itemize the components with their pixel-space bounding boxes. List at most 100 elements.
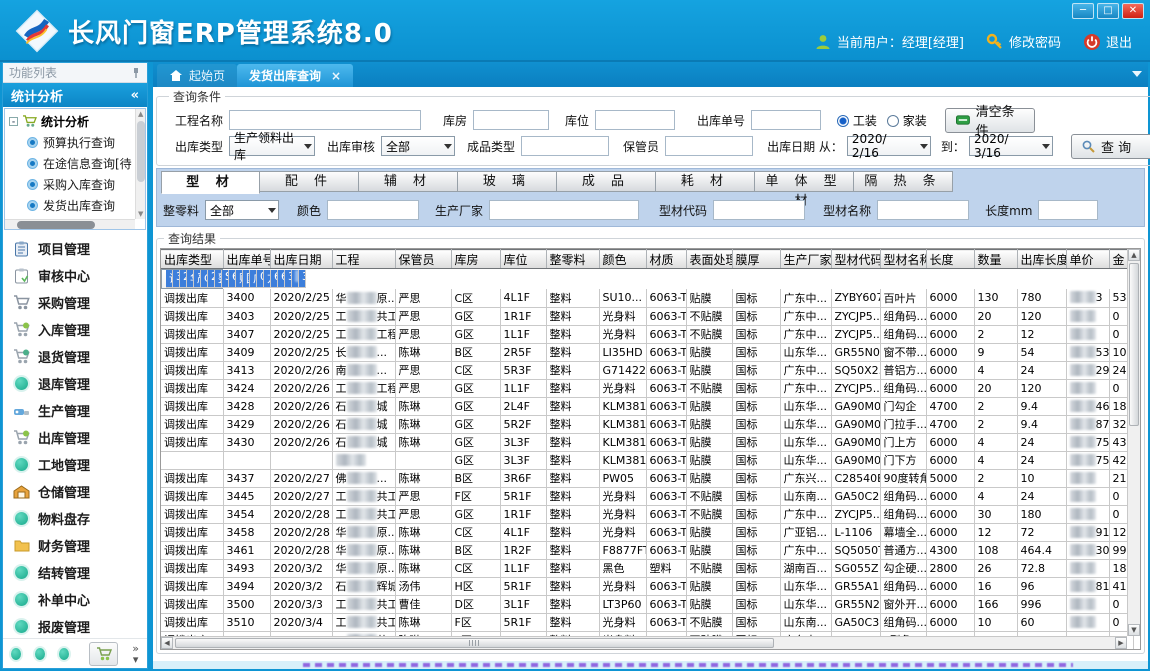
module-dot-icon[interactable] — [35, 648, 45, 660]
material-tab-0[interactable]: 型 材 — [161, 171, 260, 194]
table-row[interactable]: 调拨出库34282020/2/26石城陈琳G区2L4F整料KLM38176063… — [161, 397, 1133, 415]
column-header-9[interactable]: 材质 — [646, 250, 686, 269]
tree-vertical-scrollbar[interactable]: ▲ ▼ — [135, 109, 145, 219]
scroll-down-icon[interactable]: ▼ — [1128, 624, 1140, 636]
tab-home[interactable]: 起始页 — [157, 64, 237, 87]
minimize-button[interactable]: ─ — [1072, 3, 1094, 19]
order-no-input[interactable] — [751, 110, 821, 130]
maximize-button[interactable]: □ — [1097, 3, 1119, 19]
sidebar-item-6[interactable]: 生产管理 — [3, 397, 147, 424]
color-input[interactable] — [327, 200, 419, 220]
material-tab-4[interactable]: 成 品 — [557, 171, 656, 192]
column-header-8[interactable]: 颜色 — [599, 250, 646, 269]
tree-item-0[interactable]: 预算执行查询 — [9, 132, 145, 153]
column-header-16[interactable]: 数量 — [974, 250, 1017, 269]
tree-item-3[interactable]: 发货出库查询 — [9, 195, 145, 216]
column-header-2[interactable]: 出库日期 — [270, 250, 332, 269]
tab-shipment-outbound-query[interactable]: 发货出库查询 × — [237, 64, 353, 87]
column-header-10[interactable]: 表面处理 — [686, 250, 732, 269]
date-to-select[interactable]: 2020/ 3/16 — [969, 136, 1053, 156]
table-row[interactable]: 调拨出库34942020/3/2石辉城汤伟H区5R1F整料光身料6063-T5贴… — [161, 577, 1133, 595]
table-row[interactable]: 调拨出库34032020/2/25工共工程严思G区1R1F整料光身料6063-T… — [161, 307, 1133, 325]
table-row[interactable]: 调拨出库34072020/2/25工工程严思G区1L1F整料光身料6063-T5… — [161, 325, 1133, 343]
table-row[interactable]: 调拨出库35102020/3/4工共工程陈琳F区5R1F整料光身料6063-T5… — [161, 613, 1133, 631]
sidebar-item-11[interactable]: 财务管理 — [3, 532, 147, 559]
material-tab-7[interactable]: 隔 热 条 — [854, 171, 953, 192]
table-row[interactable]: 调拨出库34452020/2/27工共工程严思F区5R1F整料光身料6063-T… — [161, 487, 1133, 505]
sidebar-item-4[interactable]: 退货管理 — [3, 343, 147, 370]
table-row[interactable]: 调拨出库34292020/2/26石城陈琳G区5R2F整料KLM38176063… — [161, 415, 1133, 433]
column-header-0[interactable]: 出库类型 — [161, 250, 223, 269]
scroll-left-icon[interactable]: ◀ — [161, 637, 173, 649]
table-row[interactable]: 调拨出库33992020/2/25华原...严思C区2L1F整料SU10...6… — [161, 269, 223, 289]
date-from-select[interactable]: 2020/ 2/16 — [847, 136, 931, 156]
sidebar-section-header[interactable]: 统计分析 « — [3, 83, 147, 107]
column-header-18[interactable]: 单价 — [1066, 250, 1109, 269]
scroll-right-icon[interactable]: ▶ — [1115, 637, 1127, 649]
tree-item-1[interactable]: 在途信息查询[待 — [9, 153, 145, 174]
clear-conditions-button[interactable]: 清空条件 — [945, 108, 1035, 133]
tab-list-dropdown-icon[interactable] — [1132, 71, 1142, 77]
sidebar-item-0[interactable]: 项目管理 — [3, 235, 147, 262]
material-tab-5[interactable]: 耗 材 — [656, 171, 755, 192]
pin-icon[interactable] — [131, 67, 141, 79]
scroll-down-icon[interactable]: ▼ — [138, 210, 143, 218]
sidebar-item-5[interactable]: 退库管理 — [3, 370, 147, 397]
warehouse-input[interactable] — [473, 110, 549, 130]
sidebar-item-13[interactable]: 补单中心 — [3, 586, 147, 613]
module-dot-icon[interactable] — [59, 648, 69, 660]
whole-piece-select[interactable]: 全部 — [205, 200, 279, 220]
sidebar-item-8[interactable]: 工地管理 — [3, 451, 147, 478]
table-row[interactable]: 调拨出库34002020/2/25华原...严思C区4L1F整料SU10...6… — [161, 289, 1133, 307]
table-row[interactable]: 调拨出库34302020/2/26石城陈琳G区3L3F整料KLM38176063… — [161, 433, 1133, 451]
sidebar-item-14[interactable]: 报废管理 — [3, 613, 147, 638]
radio-industrial[interactable]: 工装 — [837, 112, 877, 129]
search-button[interactable]: 查 询 — [1071, 134, 1150, 159]
grid-vertical-scrollbar[interactable]: ▲ ▼ — [1127, 249, 1140, 636]
profile-code-input[interactable] — [713, 200, 805, 220]
column-header-13[interactable]: 型材代码 — [831, 250, 880, 269]
column-header-7[interactable]: 整零料 — [546, 250, 599, 269]
product-type-input[interactable] — [521, 136, 609, 156]
tree-horizontal-scrollbar[interactable] — [5, 219, 135, 229]
table-row[interactable]: 调拨出库34542020/2/28工共工程严思G区1R1F整料光身料6063-T… — [161, 505, 1133, 523]
table-row[interactable]: 调拨出库34372020/2/27佛...陈琳B区3R6F整料PW056063-… — [161, 469, 1133, 487]
table-row[interactable]: 调拨出库34932020/3/2华原...陈琳C区1L1F整料黑色塑料不贴膜国标… — [161, 559, 1133, 577]
table-row[interactable]: G区3L3F整料KLM38176063-T5贴膜国标山东华...GA90M09.… — [161, 451, 1133, 469]
scroll-up-icon[interactable]: ▲ — [138, 110, 143, 118]
tab-close-icon[interactable]: × — [327, 69, 341, 83]
material-tab-6[interactable]: 单 体 型 材 — [755, 171, 854, 192]
table-row[interactable]: 调拨出库34612020/2/28华原...陈琳B区1R2F整料F8877FT6… — [161, 541, 1133, 559]
logout-button[interactable]: 退出 — [1083, 32, 1132, 51]
scrollbar-thumb[interactable] — [175, 638, 774, 648]
sidebar-item-1[interactable]: 审核中心 — [3, 262, 147, 289]
column-header-3[interactable]: 工程 — [332, 250, 395, 269]
table-row[interactable]: 调拨出库35002020/3/3工共工程曹佳D区3L1F整料LT3P606063… — [161, 595, 1133, 613]
more-modules-button[interactable]: »▾ — [132, 643, 139, 665]
column-header-1[interactable]: 出库单号 — [223, 250, 270, 269]
keeper-input[interactable] — [665, 136, 753, 156]
column-header-6[interactable]: 库位 — [500, 250, 546, 269]
scrollbar-thumb[interactable] — [1129, 263, 1139, 426]
length-input[interactable] — [1038, 200, 1098, 220]
table-row[interactable]: 调拨出库34582020/2/28华原...陈琳C区4L1F整料光身料6063-… — [161, 523, 1133, 541]
material-tab-2[interactable]: 辅 材 — [359, 171, 458, 192]
column-header-11[interactable]: 膜厚 — [732, 250, 780, 269]
table-row[interactable]: 调拨出库34092020/2/25长...陈琳B区2R5F整料LI35HD606… — [161, 343, 1133, 361]
outbound-type-select[interactable]: 生产领料出库 — [229, 136, 315, 156]
sidebar-item-7[interactable]: 出库管理 — [3, 424, 147, 451]
column-header-5[interactable]: 库房 — [451, 250, 500, 269]
collapse-icon[interactable]: « — [131, 88, 139, 103]
column-header-4[interactable]: 保管员 — [395, 250, 451, 269]
change-password-button[interactable]: 修改密码 — [986, 32, 1061, 51]
column-header-15[interactable]: 长度 — [926, 250, 974, 269]
manufacturer-input[interactable] — [489, 200, 639, 220]
tree-root-statistics[interactable]: - 统计分析 — [9, 111, 145, 132]
sidebar-item-9[interactable]: 仓储管理 — [3, 478, 147, 505]
project-name-input[interactable] — [229, 110, 421, 130]
column-header-12[interactable]: 生产厂家 — [780, 250, 831, 269]
audit-select[interactable]: 全部 — [381, 136, 455, 156]
column-header-14[interactable]: 型材名称 — [880, 250, 926, 269]
profile-name-input[interactable] — [877, 200, 969, 220]
location-input[interactable] — [595, 110, 675, 130]
